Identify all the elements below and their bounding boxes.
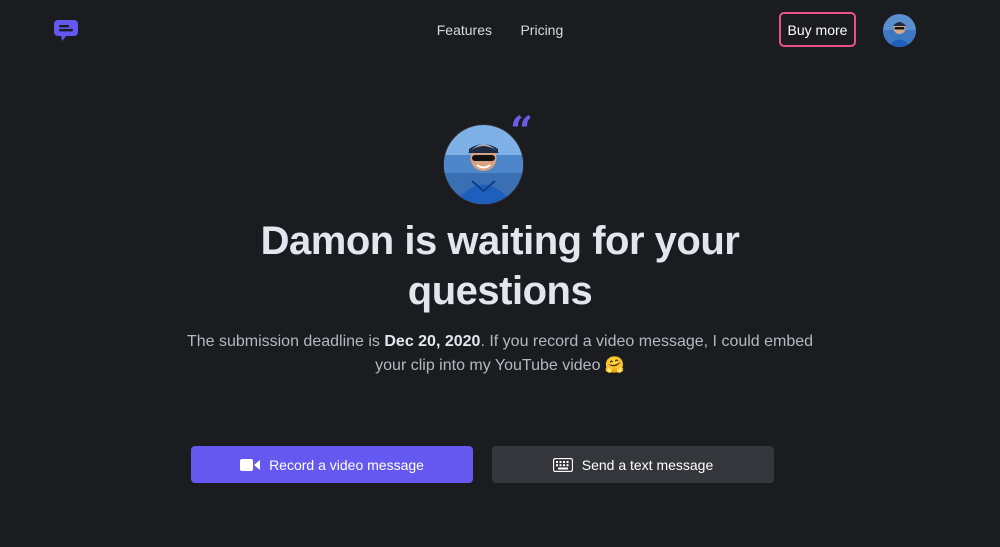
page-title: Damon is waiting for your questions — [0, 216, 1000, 316]
send-text-label: Send a text message — [581, 456, 714, 473]
record-video-button[interactable]: Record a video message — [191, 446, 473, 483]
submission-description: The submission deadline is Dec 20, 2020.… — [170, 330, 830, 378]
nav-link-pricing[interactable]: Pricing — [520, 22, 563, 38]
keyboard-icon — [552, 457, 573, 472]
headline-line-1: Damon is waiting for your — [260, 219, 740, 263]
quote-mark-icon: “ — [510, 108, 534, 155]
send-text-button[interactable]: Send a text message — [492, 446, 774, 483]
nav-link-features[interactable]: Features — [437, 22, 492, 38]
hugging-face-emoji: 🤗 — [604, 357, 625, 374]
headline-line-2: questions — [407, 269, 593, 313]
sub-prefix: The submission deadline is — [186, 333, 385, 350]
record-video-label: Record a video message — [269, 456, 424, 473]
deadline-date: Dec 20, 2020 — [384, 333, 481, 350]
video-camera-icon — [240, 458, 261, 471]
buy-more-button[interactable]: Buy more — [779, 12, 856, 47]
user-avatar[interactable] — [883, 14, 916, 47]
